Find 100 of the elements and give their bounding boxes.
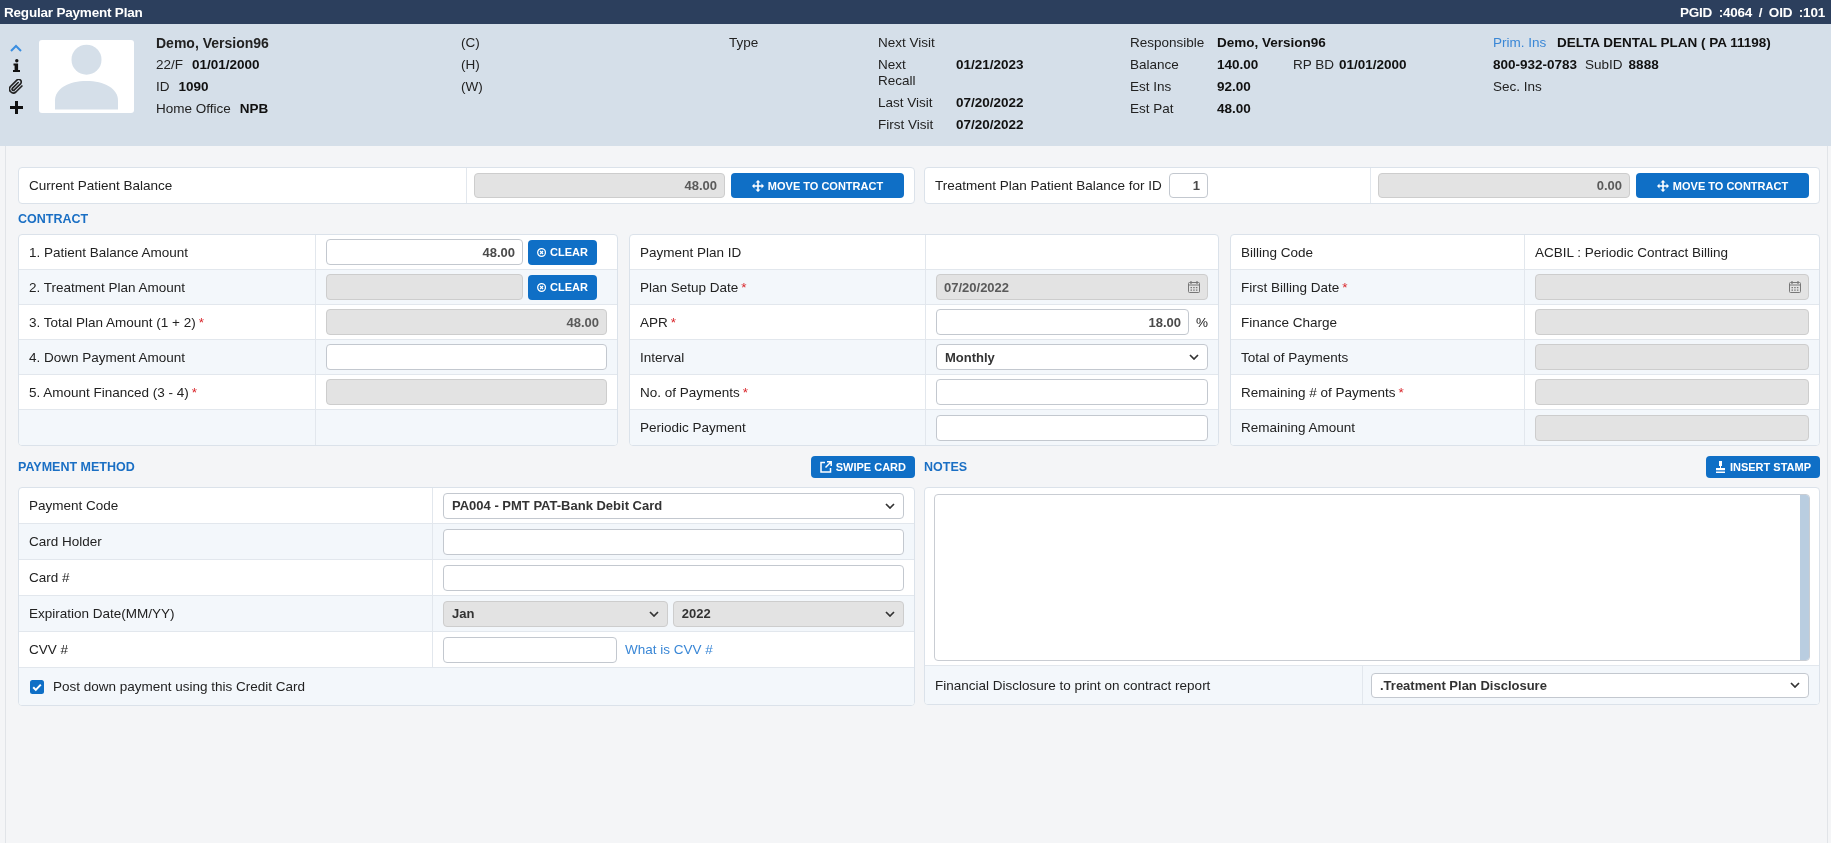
account-value: 01/01/2000 <box>1339 57 1407 72</box>
required-mark: * <box>1342 279 1348 295</box>
amount-field[interactable] <box>936 379 1208 405</box>
field-label: Billing Code <box>1241 244 1314 260</box>
unit-label: % <box>1196 314 1208 330</box>
patient-name: Demo, Version96 <box>156 35 269 51</box>
field-label: Periodic Payment <box>640 420 746 435</box>
amount-field[interactable]: 48.00 <box>326 239 523 265</box>
text-field[interactable] <box>443 564 904 591</box>
notes-field[interactable] <box>934 494 1810 661</box>
insurance-plan: DELTA DENTAL PLAN ( PA 11198) <box>1557 35 1771 51</box>
swipe-card-button[interactable]: SWIPE CARD <box>810 456 915 478</box>
info-label: ID <box>156 79 170 95</box>
external-link-icon <box>819 461 832 473</box>
amount-field[interactable]: 18.00 <box>936 309 1189 335</box>
field-label: 4. Down Payment Amount <box>29 349 186 365</box>
field-label: Remaining Amount <box>1241 420 1356 435</box>
field-label: No. of Payments <box>640 384 740 400</box>
visit-date: 01/21/2023 <box>956 57 1024 73</box>
section-heading: PAYMENT METHOD <box>18 460 135 474</box>
chevron-up-icon[interactable] <box>10 44 22 52</box>
account-label: Est Pat <box>1130 101 1174 116</box>
account-label: RP BD <box>1293 57 1334 72</box>
type-label: Type <box>729 35 759 51</box>
visit-label: Next Recall <box>878 57 916 88</box>
text-field[interactable] <box>443 636 617 663</box>
chevron-down-icon <box>1790 682 1800 688</box>
account-value: Demo, Version96 <box>1217 35 1326 50</box>
required-mark: * <box>742 384 749 400</box>
info-label: Home Office <box>156 101 231 117</box>
field-label: 2. Treatment Plan Amount <box>29 279 186 295</box>
stamp-icon <box>1714 461 1726 473</box>
phone-label: (W) <box>461 79 483 95</box>
checkbox-label: Post down payment using this Credit Card <box>53 679 306 694</box>
secondary-insurance-label: Sec. Ins <box>1493 79 1542 95</box>
chevron-down-icon <box>648 610 659 617</box>
phone-label: (C) <box>461 35 480 51</box>
field-label: 3. Total Plan Amount (1 + 2) <box>29 314 196 330</box>
info-label: 22/F <box>156 57 183 73</box>
primary-insurance-link[interactable]: Prim. Ins <box>1493 35 1547 50</box>
subid-value: 8888 <box>1628 57 1659 73</box>
insurance-phone: 800-932-0783 <box>1493 57 1578 73</box>
plus-icon[interactable] <box>9 101 23 114</box>
field-label: Current Patient Balance <box>29 178 173 193</box>
visit-label: Last Visit <box>878 95 933 110</box>
visit-label: Next Visit <box>878 35 935 50</box>
clear-circle-icon <box>537 246 547 258</box>
account-value: 48.00 <box>1217 101 1251 116</box>
required-mark: * <box>191 384 198 400</box>
info-value: NPB <box>239 101 269 117</box>
subid-label: SubID <box>1585 57 1623 73</box>
clear-circle-icon <box>537 281 547 293</box>
field-label: Payment Plan ID <box>640 244 742 260</box>
amount-field[interactable] <box>936 414 1208 441</box>
move-arrows-icon <box>751 179 764 192</box>
chevron-down-icon <box>885 610 895 617</box>
field-label: Interval <box>640 349 685 365</box>
visit-date: 07/20/2022 <box>956 95 1024 111</box>
chevron-down-icon <box>1189 354 1199 360</box>
dropdown[interactable]: Monthly <box>936 344 1208 370</box>
dropdown[interactable]: .Treatment Plan Disclosure <box>1371 672 1809 698</box>
section-heading: CONTRACT <box>18 212 89 226</box>
checkbox[interactable] <box>30 679 44 694</box>
record-ids: PGID :4064 / OID :101 <box>1679 4 1825 20</box>
insert-stamp-button[interactable]: INSERT STAMP <box>1705 456 1820 478</box>
move-arrows-icon <box>1656 179 1669 192</box>
required-mark: * <box>670 314 677 330</box>
text-field[interactable] <box>443 528 904 555</box>
field-label: CVV # <box>29 642 69 657</box>
visit-label: First Visit <box>878 117 934 132</box>
chevron-down-icon <box>885 502 895 509</box>
amount-field[interactable] <box>326 344 607 370</box>
account-label: Responsible <box>1130 35 1205 50</box>
info-value: 1090 <box>178 79 209 95</box>
dropdown[interactable]: PA004 - PMT PAT-Bank Debit Card <box>443 492 904 519</box>
scrollbar-thumb[interactable] <box>1800 495 1809 660</box>
account-label: Est Ins <box>1130 79 1172 94</box>
paperclip-icon[interactable] <box>9 79 23 94</box>
field-label: Plan Setup Date <box>640 279 739 295</box>
field-label: Finance Charge <box>1241 314 1338 330</box>
clear-button[interactable]: CLEAR <box>528 239 597 265</box>
field-label: Financial Disclosure to print on contract report <box>935 677 1211 693</box>
field-label: APR <box>640 314 668 330</box>
field-label: First Billing Date <box>1241 279 1340 295</box>
section-heading: NOTES <box>924 460 968 474</box>
phone-label: (H) <box>461 57 480 73</box>
account-value: 140.00 <box>1217 57 1259 72</box>
required-mark: * <box>741 279 747 295</box>
field-label: 1. Patient Balance Amount <box>29 244 189 260</box>
required-mark: * <box>198 314 204 330</box>
field-label: Payment Code <box>29 498 119 513</box>
required-mark: * <box>1398 384 1404 400</box>
info-icon[interactable] <box>12 59 20 72</box>
field-label: Total of Payments <box>1241 349 1349 365</box>
account-label: Balance <box>1130 57 1179 72</box>
field-label: Card Holder <box>29 534 102 549</box>
help-link[interactable]: What is CVV # <box>625 642 713 657</box>
field-label: Expiration Date(MM/YY) <box>29 606 175 621</box>
field-label: 5. Amount Financed (3 - 4) <box>29 384 189 400</box>
visit-date: 07/20/2022 <box>956 117 1024 133</box>
